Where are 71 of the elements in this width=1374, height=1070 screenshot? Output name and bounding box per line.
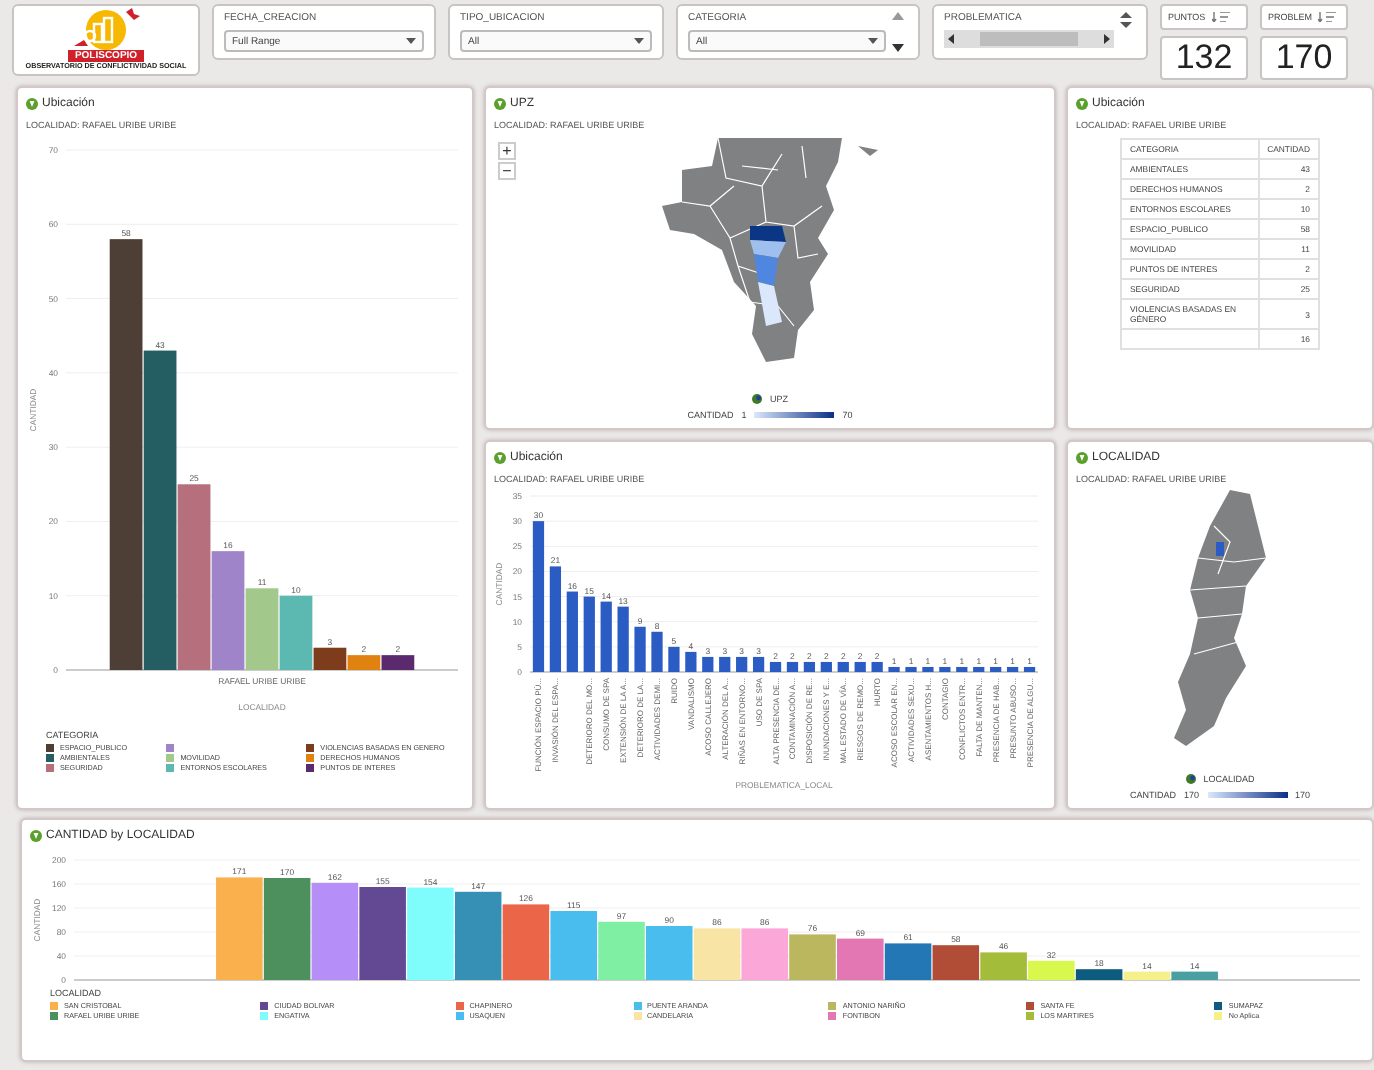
bar <box>888 666 900 672</box>
bar <box>871 661 883 672</box>
bar <box>668 646 680 672</box>
bar <box>932 945 980 980</box>
color-scale-bar <box>1207 792 1287 798</box>
bar <box>752 656 765 672</box>
bar <box>905 666 917 672</box>
bar <box>884 943 932 980</box>
bar <box>550 911 597 980</box>
zoom-in-button[interactable]: + <box>498 142 516 160</box>
bar <box>311 882 359 980</box>
bar <box>502 904 550 980</box>
scrollbar[interactable] <box>944 30 1114 48</box>
kpi-value: 170 <box>1260 36 1348 80</box>
bar <box>820 661 832 672</box>
bar <box>583 596 595 672</box>
sort-icon[interactable] <box>1318 12 1339 22</box>
circle-icon <box>30 830 42 842</box>
scroll-down-icon[interactable] <box>892 44 904 52</box>
caret-down-icon[interactable] <box>868 38 878 44</box>
circle-icon <box>494 452 506 464</box>
bar <box>980 952 1027 980</box>
caret-down-icon[interactable] <box>634 38 644 44</box>
bar <box>837 661 849 672</box>
bar <box>769 661 782 672</box>
bar <box>1006 666 1019 672</box>
bar <box>566 591 578 672</box>
bar <box>990 666 1002 672</box>
bar <box>741 928 789 980</box>
bar <box>837 938 884 980</box>
bar <box>956 666 968 672</box>
bar <box>549 566 562 672</box>
circle-icon <box>1076 98 1088 110</box>
bar <box>359 887 406 980</box>
scroll-right-icon[interactable] <box>1104 34 1110 44</box>
bar <box>407 887 454 980</box>
scroll-left-icon[interactable] <box>948 34 954 44</box>
kpi-value: 132 <box>1160 36 1248 80</box>
bar <box>803 661 816 672</box>
scroll-up-icon[interactable] <box>892 12 904 20</box>
bar <box>702 656 714 672</box>
caret-down-icon[interactable] <box>406 38 416 44</box>
bar <box>1023 666 1036 672</box>
bar <box>617 606 629 672</box>
layer-icon <box>752 394 762 404</box>
layer-icon <box>1185 774 1196 784</box>
circle-icon <box>494 98 506 110</box>
bar <box>598 921 645 980</box>
bar <box>454 891 502 980</box>
circle-icon <box>26 98 38 110</box>
zoom-out-button[interactable]: − <box>498 162 516 180</box>
bar <box>263 878 311 980</box>
bar <box>973 666 985 672</box>
bar <box>922 666 934 672</box>
bar <box>719 656 731 672</box>
bar <box>786 661 799 672</box>
spinner-icon[interactable] <box>1120 12 1132 28</box>
bar <box>736 656 748 672</box>
bar <box>693 928 741 980</box>
bar <box>634 626 646 672</box>
bar <box>600 601 612 672</box>
circle-icon <box>1076 452 1088 464</box>
color-scale-bar <box>754 412 835 418</box>
bar <box>645 926 693 980</box>
bar <box>216 877 263 980</box>
bar <box>685 651 697 672</box>
bar <box>789 934 836 980</box>
bar <box>854 661 866 672</box>
bar <box>651 631 663 672</box>
sort-icon[interactable] <box>1211 12 1232 22</box>
bar <box>939 666 951 672</box>
